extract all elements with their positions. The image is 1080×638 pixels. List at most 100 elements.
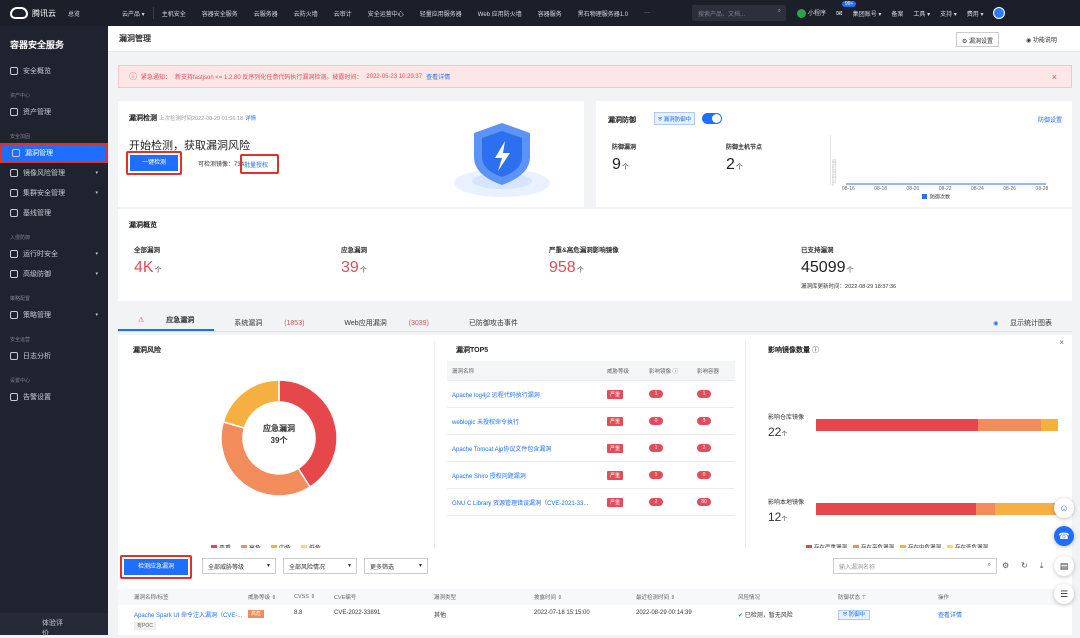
list-menu-icon[interactable]: ☰	[1054, 584, 1074, 604]
close-icon[interactable]: ×	[1052, 72, 1057, 82]
level-badge: 严重	[607, 497, 624, 507]
support-chat-icon[interactable]: ☎	[1054, 526, 1074, 546]
nav-item[interactable]: 云服务器	[246, 9, 286, 18]
table-row[interactable]: Apache Shiro 授权问题漏洞 严重 1 0	[447, 462, 735, 489]
nav-item[interactable]: ···	[636, 10, 658, 16]
sidebar-item[interactable]: 集群安全管理 ▾	[0, 183, 108, 203]
tools-menu[interactable]: 工具 ▾	[913, 9, 930, 18]
sidebar-item[interactable]: 日志分析	[0, 346, 108, 366]
nav-item[interactable]: 云审计	[326, 9, 360, 18]
sidebar-item[interactable]: 策略管理 ▾	[0, 305, 108, 325]
feedback-button[interactable]: 体验评价	[0, 613, 108, 637]
sidebar-item[interactable]: 告警设置	[0, 387, 108, 407]
batch-auth-highlight: 批量授权	[240, 154, 279, 174]
help-button[interactable]: ◉ 功能说明	[1021, 32, 1062, 47]
overview-stat: 全部漏洞 4K个	[134, 247, 162, 276]
settings-gear-icon[interactable]: ⚙	[1002, 561, 1009, 571]
x-tick-label: 08-26	[1003, 186, 1016, 192]
sidebar-item-label: 镜像风险管理	[23, 170, 65, 177]
nav-item[interactable]: 云防火墙	[286, 9, 326, 18]
close-stats-icon[interactable]: ×	[1059, 338, 1064, 347]
tab-item[interactable]: 系统漏洞 (1853)	[214, 318, 324, 328]
sidebar-item[interactable]: 高级防御 ▾	[0, 264, 108, 284]
vuln-name-link[interactable]: Apache Shiro 授权问题漏洞	[447, 471, 607, 480]
level-badge: 严重	[607, 389, 624, 399]
donut-center-title: 应急漏洞	[263, 424, 295, 433]
support-menu[interactable]: 支持 ▾	[940, 9, 957, 18]
nav-item[interactable]: 容器服务	[530, 9, 570, 18]
sidebar-item[interactable]: 资产管理	[0, 102, 108, 122]
nav-item[interactable]: 轻量应用服务器	[412, 9, 470, 18]
download-icon[interactable]: ⤓	[1040, 561, 1044, 571]
user-avatar[interactable]	[993, 7, 1006, 19]
nav-item[interactable]: 主机安全	[154, 9, 194, 18]
group-account-menu[interactable]: 集团账号 ▾	[853, 9, 882, 18]
refresh-icon[interactable]: ↻	[1021, 561, 1028, 571]
batch-auth-link[interactable]: 批量授权	[244, 163, 268, 169]
table-row[interactable]: Apache Tomcat Ajp协议文件包含漏洞 严重 1 2	[447, 435, 735, 462]
defense-settings-link[interactable]: 防御设置	[1038, 115, 1062, 124]
sidebar-item[interactable]: 基线管理	[0, 203, 108, 223]
table-row[interactable]: Apache Spark UI 命令注入漏洞（CVE-... 有POC 高危 8…	[118, 610, 1072, 635]
alert-icon: ⓘ	[129, 72, 137, 81]
nav-item[interactable]: 安全运营中心	[360, 9, 412, 18]
top5-header: 漏洞名称 威胁等级 影响镜像 ⓘ 影响容器	[447, 361, 735, 381]
threat-level-select[interactable]: 全部威胁等级 ▾	[202, 558, 276, 574]
show-chart-link[interactable]: ◉ 显示统计图表	[983, 318, 1072, 328]
home-link[interactable]: 总览	[68, 9, 80, 18]
column-header: CVSS ⇕	[294, 594, 316, 600]
sidebar-item[interactable]: 漏洞管理	[0, 143, 108, 163]
defense-toggle[interactable]	[702, 113, 722, 124]
billing-menu[interactable]: 费用 ▾	[967, 9, 984, 18]
vuln-name-link[interactable]: Apache Tomcat Ajp协议文件包含漏洞	[447, 444, 607, 453]
top-right-tools: 小程序 ✉ 99+ 集团账号 ▾ 备案 工具 ▾ 支持 ▾ 费用 ▾	[797, 0, 1006, 26]
beian-link[interactable]: 备案	[891, 9, 903, 18]
table-row[interactable]: Apache log4j2 远程代码执行漏洞 严重 1 1	[447, 381, 735, 408]
defense-status-tag: ⛨ 防御中	[838, 610, 871, 620]
vuln-name-link[interactable]: Apache log4j2 远程代码执行漏洞	[447, 390, 607, 399]
table-row[interactable]: GNU C Library 资源管理错误漏洞（CVE-2021-33... 严重 2…	[447, 489, 735, 516]
vuln-name-link[interactable]: weblogic 未授权命令执行	[447, 417, 607, 426]
view-detail-link[interactable]: 查看详情	[938, 610, 962, 619]
mini-program-link[interactable]: 小程序	[797, 8, 826, 18]
check-emergency-button[interactable]: 检测应急漏洞	[124, 559, 188, 575]
vuln-settings-button[interactable]: ⚙ 漏洞设置	[956, 32, 1000, 47]
tab-item[interactable]: 已防御攻击事件	[449, 318, 538, 328]
scan-card: 漏洞检测 上次检测时间2022-08-29 01:56:18 详情 开始检测，获…	[118, 101, 584, 207]
search-icon[interactable]: ⌕	[778, 8, 781, 15]
container-count: 80	[697, 498, 711, 506]
alert-detail-link[interactable]: 查看详情	[426, 72, 450, 81]
defense-title: 漏洞防御	[608, 117, 636, 124]
tencent-cloud-logo[interactable]: 腾讯云 总览	[0, 7, 108, 19]
sidebar-item[interactable]: 镜像风险管理 ▾	[0, 163, 108, 183]
table-row[interactable]: weblogic 未授权命令执行 严重 0 3	[447, 408, 735, 435]
x-tick-label: 08-18	[874, 186, 887, 192]
sidebar-item[interactable]: 运行时安全 ▾	[0, 244, 108, 264]
docs-book-icon[interactable]: ▤	[1054, 556, 1074, 576]
defense-card: 漏洞防御 ⛨ 漏洞防御中 防御设置 防御漏洞 9个 防御主机节点 2个 1.0 0…	[596, 101, 1072, 207]
chevron-down-icon: ▾	[95, 271, 98, 277]
nav-item[interactable]: 黑石物理服务器1.0	[570, 9, 636, 18]
vuln-name-link[interactable]: Apache Spark UI 命令注入漏洞（CVE-...	[134, 610, 248, 619]
feedback-smile-icon[interactable]: ☺	[1054, 498, 1074, 518]
ok-check-icon: ✔	[738, 613, 744, 619]
nav-item[interactable]: 云产品 ▾	[114, 9, 153, 18]
donut-slice-中危[interactable]	[222, 379, 280, 429]
info-icon: ⓘ	[811, 347, 819, 354]
one-click-scan-button[interactable]: 一键检测	[130, 155, 178, 171]
legend-swatch	[922, 194, 927, 199]
vuln-search-input[interactable]: 输入漏洞名称 ⌕	[833, 558, 997, 574]
x-tick-label: 08-22	[939, 186, 952, 192]
nav-item[interactable]: Web 应用防火墙	[470, 9, 530, 18]
more-filter-select[interactable]: 更多筛选 ▾	[364, 558, 428, 574]
column-header: 最近检测时间 ⇕	[636, 595, 676, 601]
scan-detail-link[interactable]: 详情	[245, 116, 256, 122]
nav-item[interactable]: 容器安全服务	[194, 9, 246, 18]
risk-status-select[interactable]: 全部风险情况 ▾	[283, 558, 357, 574]
sidebar-item[interactable]: 安全概览	[0, 61, 108, 81]
tab-item[interactable]: Web应用漏洞 (3039)	[324, 318, 448, 328]
message-icon[interactable]: ✉	[836, 9, 843, 18]
global-search-input[interactable]: 搜索产品、文档... ⌕	[692, 5, 786, 21]
vuln-name-link[interactable]: GNU C Library 资源管理错误漏洞（CVE-2021-33...	[447, 498, 607, 507]
tab-item[interactable]: ⚠ 应急漏洞	[118, 315, 215, 331]
